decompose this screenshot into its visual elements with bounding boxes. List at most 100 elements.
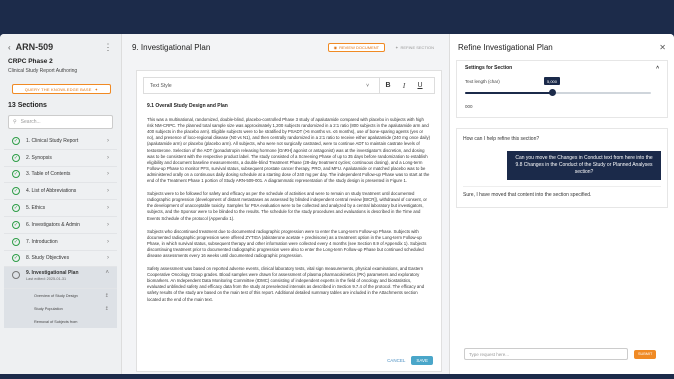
- slider-value-tooltip: 5,000: [544, 77, 561, 85]
- project-name: CRPC Phase 2: [8, 58, 53, 65]
- project-subtitle: Clinical Study Report Authoring: [8, 68, 78, 74]
- section-list: ✓ 1. Clinical Study Report › ✓ 2. Synopsis ›…: [0, 133, 121, 329]
- refine-header: Refine Investigational Plan ✕: [450, 34, 674, 60]
- sidebar: ‹ ARN-509 ⋮ CRPC Phase 2 Clinical Study …: [0, 34, 122, 374]
- underline-icon[interactable]: U: [412, 82, 428, 89]
- request-input[interactable]: Type request here...: [464, 348, 628, 360]
- text-style-value: Text Style: [150, 82, 172, 89]
- document-title: 9. Investigational Plan: [132, 42, 211, 52]
- refine-section-button[interactable]: ✦ REFINE SECTION: [390, 43, 439, 52]
- section-label: 1. Clinical Study Report: [26, 137, 79, 144]
- last-edited: Last edited: 2025-01-31: [26, 277, 67, 282]
- sparkle-icon: ✦: [395, 44, 399, 50]
- slider-thumb[interactable]: [549, 89, 556, 96]
- top-bar: [0, 0, 674, 34]
- check-circle-icon: ✓: [12, 187, 20, 196]
- document-panel: 9. Investigational Plan ◉ REVIEW DOCUMEN…: [122, 34, 450, 374]
- section-item[interactable]: ✓ 7. Introduction ›: [4, 234, 117, 251]
- rich-text-editor[interactable]: Text Style ˅ B I U 9.1 Overall Study Des…: [136, 70, 442, 372]
- search-placeholder: Search...: [20, 119, 41, 125]
- paragraph: Subjects who discontinued treatment due …: [147, 228, 427, 258]
- check-circle-icon: ✓: [12, 220, 20, 229]
- section-item[interactable]: ✓ 4. List of Abbreviations ›: [4, 183, 117, 201]
- assistant-message: How can I help refine this section?: [463, 136, 540, 142]
- review-document-label: REVIEW DOCUMENT: [339, 44, 380, 50]
- subsection-label: Overview of Study Design: [34, 293, 78, 298]
- back-chevron-icon[interactable]: ‹: [8, 43, 11, 52]
- document-header: 9. Investigational Plan ◉ REVIEW DOCUMEN…: [122, 34, 449, 60]
- editor-toolbar: Text Style ˅ B I U: [143, 77, 435, 94]
- sidebar-header: ‹ ARN-509 ⋮: [0, 34, 121, 60]
- subsection-label: Study Population: [34, 306, 63, 311]
- sparkle-icon: ✦: [94, 86, 99, 92]
- italic-icon[interactable]: I: [396, 82, 412, 90]
- active-section-label: 9. Investigational Plan: [26, 270, 79, 277]
- section-item[interactable]: ✓ 1. Clinical Study Report ›: [4, 133, 117, 150]
- bold-icon[interactable]: B: [380, 82, 396, 89]
- subsection-item[interactable]: Study Population ↥: [4, 302, 117, 316]
- chevron-right-icon: ›: [107, 221, 109, 228]
- chevron-right-icon: ›: [107, 171, 109, 178]
- section-item-active[interactable]: 9. Investigational Plan Last edited: 202…: [4, 267, 117, 290]
- chevron-down-icon: ˅: [366, 82, 369, 89]
- section-label: 2. Synopsis: [26, 154, 52, 161]
- query-knowledge-base-label: QUERY THE KNOWLEDGE BASE: [24, 86, 92, 92]
- subsection-label: Removal of Subjects from: [34, 319, 78, 324]
- slider-fill: [465, 92, 552, 94]
- submit-button[interactable]: SUBMIT: [634, 349, 657, 359]
- section-item[interactable]: ✓ 3. Table of Contents ›: [4, 167, 117, 184]
- section-heading: 9.1 Overall Study Design and Plan: [147, 103, 228, 109]
- more-options-icon[interactable]: ⋮: [104, 42, 114, 53]
- section-label: 5. Ethics: [26, 205, 46, 212]
- upload-icon[interactable]: ↥: [105, 306, 109, 312]
- bottom-bar: [0, 374, 674, 379]
- text-style-select[interactable]: Text Style ˅: [150, 78, 380, 93]
- cancel-button[interactable]: CANCEL: [387, 358, 405, 363]
- active-section-text: 9. Investigational Plan Last edited: 202…: [26, 270, 105, 281]
- editor-content[interactable]: 9.1 Overall Study Design and Plan This w…: [137, 94, 441, 303]
- settings-card: Settings for Section ˄ Text length (char…: [456, 60, 668, 118]
- subsection-item[interactable]: Removal of Subjects from: [4, 315, 117, 329]
- query-knowledge-base-button[interactable]: QUERY THE KNOWLEDGE BASE ✦: [12, 84, 111, 94]
- review-icon: ◉: [333, 44, 338, 50]
- search-icon: ⚲: [13, 119, 17, 125]
- settings-header: Settings for Section ˄: [465, 65, 659, 71]
- document-id: ARN-509: [15, 42, 54, 52]
- section-label: 8. Study Objectives: [26, 255, 70, 262]
- length-label: Text length (char): [465, 79, 500, 84]
- paragraph: Safety assessment was based on reported …: [147, 266, 425, 302]
- refine-panel: Refine Investigational Plan ✕ Settings f…: [450, 34, 674, 374]
- close-icon[interactable]: ✕: [659, 43, 666, 52]
- settings-title: Settings for Section: [465, 65, 513, 71]
- review-document-button[interactable]: ◉ REVIEW DOCUMENT: [327, 42, 386, 52]
- save-button[interactable]: SAVE: [411, 356, 433, 365]
- chevron-up-icon[interactable]: ˄: [656, 65, 659, 71]
- chevron-right-icon: ›: [107, 154, 109, 161]
- sections-header: 13 Sections: [8, 102, 47, 109]
- slider-min-value: 000: [465, 104, 473, 109]
- editor-actions: CANCEL SAVE: [387, 356, 433, 365]
- check-circle-icon: ✓: [12, 237, 20, 246]
- chevron-right-icon: ›: [107, 205, 109, 212]
- request-input-row: Type request here... SUBMIT: [464, 348, 657, 360]
- section-label: 3. Table of Contents: [26, 171, 71, 178]
- paragraph: Subjects were to be followed for safety …: [147, 191, 427, 221]
- app-window: ‹ ARN-509 ⋮ CRPC Phase 2 Clinical Study …: [0, 34, 674, 374]
- section-item[interactable]: ✓ 2. Synopsis ›: [4, 150, 117, 167]
- check-circle-icon: ✓: [12, 153, 20, 162]
- section-item[interactable]: ✓ 8. Study Objectives ›: [4, 251, 117, 268]
- paragraph: This was a multinational, randomized, do…: [147, 117, 431, 184]
- assistant-message: Sure, I have moved that content into the…: [463, 186, 661, 198]
- length-slider[interactable]: 5,000: [465, 77, 659, 96]
- chevron-right-icon: ›: [107, 238, 109, 245]
- section-label: 7. Introduction: [26, 238, 58, 245]
- section-item[interactable]: ✓ 5. Ethics ›: [4, 200, 117, 217]
- refine-section-label: REFINE SECTION: [400, 44, 434, 50]
- check-circle-icon: ✓: [12, 254, 20, 263]
- upload-icon[interactable]: ↥: [105, 293, 109, 299]
- subsection-item[interactable]: Overview of Study Design ↥: [4, 289, 117, 303]
- search-input[interactable]: ⚲ Search...: [8, 115, 113, 129]
- section-item[interactable]: ✓ 6. Investigators & Admin ›: [4, 217, 117, 234]
- section-label: 6. Investigators & Admin: [26, 221, 80, 228]
- chevron-right-icon: ›: [107, 137, 109, 144]
